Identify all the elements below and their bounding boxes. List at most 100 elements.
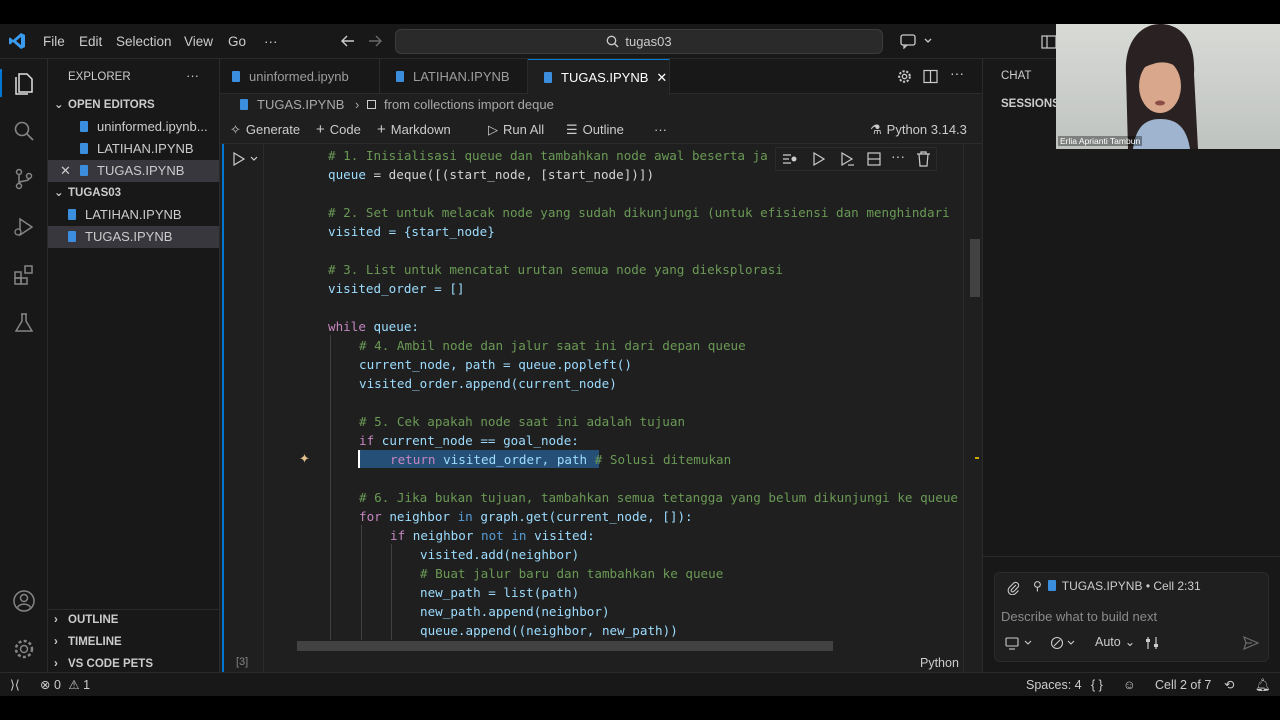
code-comment: # 5. Cek apakah node saat ini adalah tuj… [359,414,686,429]
open-editor-item-active[interactable]: ✕ TUGAS.IPYNB [48,160,219,182]
send-icon[interactable] [1243,636,1259,650]
source-control-icon[interactable] [12,167,36,191]
explorer-more-button[interactable]: ··· [186,65,206,87]
code-line: visited_order.append(current_node) [359,376,617,391]
status-bar: ⟩⟨ ⊗ 0 ⚠ 1 Spaces: 4 { } ☺ Cell 2 of 7 ⟲… [0,672,1280,696]
search-icon[interactable] [12,119,36,143]
menu-view[interactable]: View [184,24,213,59]
account-icon[interactable] [12,589,36,613]
settings-gear-icon[interactable] [12,637,36,661]
menu-selection[interactable]: Selection [116,24,172,59]
copilot-icon[interactable]: ☺ [1123,673,1136,697]
notebook-file-icon [232,71,240,82]
file-item-selected[interactable]: TUGAS.IPYNB [48,226,219,248]
breadcrumb-file[interactable]: TUGAS.IPYNB [240,94,344,116]
chevron-right-icon: › [54,636,58,648]
breadcrumb-symbol[interactable]: from collections import deque [367,94,554,116]
context-chip[interactable]: ⚲ TUGAS.IPYNB • Cell 2:31 [1033,579,1201,593]
file-item[interactable]: LATIHAN.IPYNB [48,204,219,226]
code-line: for neighbor in graph.get(current_node, … [359,507,693,526]
file-label: LATIHAN.IPYNB [85,207,182,222]
remote-indicator-icon[interactable]: ⟩⟨ [10,673,20,697]
list-icon: ☰ [566,122,578,137]
copilot-chat-icon[interactable] [900,33,934,49]
outline-button[interactable]: ☰ Outline [566,116,624,144]
run-all-button[interactable]: ▷ Run All [488,116,544,144]
attach-icon[interactable] [1007,581,1020,595]
command-center-search[interactable]: tugas03 [395,29,883,54]
add-code-button[interactable]: + Code [316,116,361,144]
back-arrow-icon[interactable] [341,34,355,48]
code-comment: # Buat jalur baru dan tambahkan ke queue [420,566,724,581]
indent-guide [330,335,331,640]
notebook-toolbar: ✧ Generate + Code + Markdown ▷ Run All ☰ Outl… [220,116,982,144]
open-editor-item[interactable]: uninformed.ipynb... [48,116,219,138]
indentation-indicator[interactable]: Spaces: 4 [1026,673,1082,697]
close-icon[interactable]: ✕ [656,70,667,85]
chat-input-box: ⚲ TUGAS.IPYNB • Cell 2:31 Describe what t… [994,572,1269,662]
tools-icon[interactable] [1145,636,1159,650]
code-token: visited_order, path [435,452,588,467]
tab-latihan[interactable]: LATIHAN.IPYNB [380,59,528,94]
forward-arrow-icon[interactable] [368,34,382,48]
menu-file[interactable]: File [43,24,65,59]
more-actions-icon[interactable]: ··· [950,65,964,81]
horizontal-scrollbar[interactable] [297,641,833,651]
notebook-file-icon [396,71,404,82]
cell-position[interactable]: Cell 2 of 7 [1155,673,1211,697]
menu-edit[interactable]: Edit [79,24,102,59]
vscode-logo-icon [8,32,26,50]
code-editor[interactable]: # 1. Inisialisasi queue dan tambahkan no… [228,144,968,640]
generate-label: Generate [245,122,301,137]
add-markdown-button[interactable]: + Markdown [377,116,451,144]
model-picker-icon[interactable] [1050,636,1078,650]
active-indicator [0,69,2,97]
sessions-header[interactable]: SESSIONS [1001,98,1060,110]
open-editor-item[interactable]: LATIHAN.IPYNB [48,138,219,160]
menu-go[interactable]: Go [228,24,246,59]
tab-uninformed[interactable]: uninformed.ipynb [220,59,380,94]
code-token: queue: [365,319,420,334]
tab-label: LATIHAN.IPYNB [413,69,510,84]
timeline-header[interactable]: › TIMELINE [48,631,219,653]
tab-tugas[interactable]: TUGAS.IPYNB ✕ [528,59,670,95]
explorer-icon[interactable] [12,71,36,95]
code-line: queue = deque([(start_node, [start_node]… [328,165,654,184]
agent-picker-icon[interactable] [1005,636,1033,650]
indent-guide [391,544,392,640]
cell-language[interactable]: Python [920,656,959,670]
sync-icon[interactable]: ⟲ [1224,673,1234,697]
toolbar-more-button[interactable]: ··· [654,116,667,144]
chat-title[interactable]: CHAT [1001,70,1031,82]
notifications-bell-icon[interactable]: 🔔︎ [1255,673,1271,697]
code-line: while queue: [328,317,419,336]
menu-more[interactable]: ··· [264,24,278,59]
language-braces[interactable]: { } [1091,673,1103,697]
kernel-picker[interactable]: ⚗ Python 3.14.3 [870,116,967,144]
chat-input[interactable]: Describe what to build next [1001,609,1157,624]
testing-flask-icon[interactable] [12,311,36,335]
open-editors-header[interactable]: ⌄ OPEN EDITORS [48,94,219,116]
close-icon[interactable]: ✕ [60,160,80,182]
vertical-scrollbar[interactable] [970,239,980,297]
code-comment: # 3. List untuk mencatat urutan semua no… [328,262,783,277]
folder-label: TUGAS03 [68,187,122,199]
generate-button[interactable]: ✧ Generate [230,116,300,144]
cell-focus-indicator [222,144,224,672]
layout-toggle-icon[interactable] [1041,34,1057,50]
code-keyword: return [390,452,436,467]
code-line: new_path.append(neighbor) [420,604,610,619]
split-editor-icon[interactable] [923,69,938,84]
outline-header[interactable]: › OUTLINE [48,609,219,631]
code-keyword: for [359,509,382,524]
mode-picker[interactable]: Auto ⌄ [1095,634,1135,649]
extensions-icon[interactable] [12,263,36,287]
activity-bar [0,59,48,672]
problems-indicator[interactable]: ⊗ 0 ⚠ 1 [40,673,90,697]
top-letterbox [0,0,1280,24]
run-debug-icon[interactable] [12,215,36,239]
gear-icon[interactable] [897,69,912,84]
code-keyword: if [390,528,406,543]
folder-header[interactable]: ⌄ TUGAS03 [48,182,219,204]
code-token: graph.get(current_node, []): [472,509,693,524]
